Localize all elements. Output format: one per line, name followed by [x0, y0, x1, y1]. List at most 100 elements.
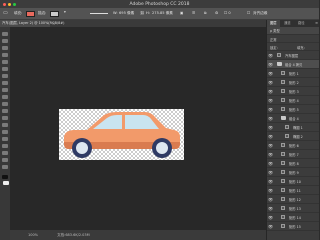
layer-row[interactable]: 👁 椭圆 2	[267, 132, 319, 141]
status-bar: 100% 文档:683.6K/2.03M	[10, 230, 266, 240]
layer-row[interactable]: 👁 矩形 6	[267, 141, 319, 150]
layer-thumbnail	[285, 124, 289, 129]
stroke-style-line[interactable]	[90, 13, 108, 14]
layer-row[interactable]: 👁 矩形 10	[267, 177, 319, 186]
pen-tool-icon[interactable]	[2, 130, 8, 134]
eye-icon[interactable]: 👁	[268, 152, 273, 157]
layer-row[interactable]: 👁 矩形 8	[267, 159, 319, 168]
marquee-tool-icon[interactable]	[2, 39, 8, 43]
history-brush-tool-icon[interactable]	[2, 95, 8, 99]
eye-icon[interactable]: 👁	[268, 197, 273, 202]
eye-icon[interactable]: 👁	[268, 215, 273, 220]
layer-thumbnail	[285, 133, 289, 138]
layer-row[interactable]: 👁 矩形 14	[267, 213, 319, 222]
link-icon[interactable]: ⛓	[140, 11, 145, 15]
stroke-swatch[interactable]	[50, 10, 59, 17]
eye-icon[interactable]: 👁	[268, 98, 273, 103]
layer-name: 组合 4	[289, 116, 299, 121]
layer-row[interactable]: 👁 矩形 15	[267, 222, 319, 231]
blur-tool-icon[interactable]	[2, 116, 8, 120]
eye-icon[interactable]: 👁	[268, 80, 273, 85]
document-canvas[interactable]	[59, 109, 184, 160]
zoom-tool-icon[interactable]	[2, 165, 8, 169]
h-field[interactable]: 275.85 像素	[152, 11, 173, 16]
eye-icon[interactable]: 👁	[268, 62, 273, 67]
layer-row[interactable]: 👁 矩形 5	[267, 105, 319, 114]
layer-name: 矩形 9	[289, 170, 299, 175]
tool-preset-icon[interactable]: ▭	[3, 10, 8, 16]
panel-menu-icon[interactable]: ≡	[315, 20, 318, 27]
layer-thumbnail	[281, 160, 285, 165]
blend-mode-select[interactable]: 正常	[270, 37, 277, 42]
path-arrangement-icon[interactable]: ⧉	[204, 11, 207, 15]
gear-icon[interactable]: ⚙	[215, 11, 218, 15]
crop-tool-icon[interactable]	[2, 60, 8, 64]
layer-row[interactable]: 👁 矩形 1	[267, 69, 319, 78]
tab-channels[interactable]: 通道	[281, 20, 294, 27]
eye-icon[interactable]: 👁	[268, 206, 273, 211]
layer-row[interactable]: 👁 椭圆 1	[267, 123, 319, 132]
layer-name: 矩形 15	[289, 224, 301, 229]
dodge-tool-icon[interactable]	[2, 123, 8, 127]
tab-paths[interactable]: 路径	[295, 20, 308, 27]
healing-tool-icon[interactable]	[2, 74, 8, 78]
close-tab-icon[interactable]: ×	[52, 20, 55, 27]
fill-label: 填充:	[14, 11, 23, 15]
layer-row[interactable]: 👁 矩形 4	[267, 96, 319, 105]
layer-row[interactable]: 👁 矩形 11	[267, 186, 319, 195]
lasso-tool-icon[interactable]	[2, 46, 8, 50]
layer-row[interactable]: 👁 汽车图层	[267, 51, 319, 60]
layer-row[interactable]: 👁 矩形 13	[267, 204, 319, 213]
tools-panel	[0, 27, 10, 240]
stroke-width-field[interactable]: ▾	[64, 10, 66, 14]
brush-tool-icon[interactable]	[2, 81, 8, 85]
eye-icon[interactable]: 👁	[268, 224, 273, 229]
path-alignment-icon[interactable]: ☰	[192, 11, 195, 15]
eye-icon[interactable]: 👁	[268, 116, 273, 121]
eye-icon[interactable]: 👁	[268, 170, 273, 175]
radius-field[interactable]: ☐ 0	[224, 11, 231, 15]
path-select-tool-icon[interactable]	[2, 144, 8, 148]
lock-row: 锁定: 填充:	[267, 43, 319, 51]
eye-icon[interactable]: 👁	[268, 89, 273, 94]
eye-icon[interactable]: 👁	[268, 125, 273, 130]
eye-icon[interactable]: 👁	[268, 107, 273, 112]
layer-row[interactable]: 👁 矩形 3	[267, 87, 319, 96]
layer-row[interactable]: 👁 矩形 12	[267, 195, 319, 204]
eraser-tool-icon[interactable]	[2, 102, 8, 106]
document-tab[interactable]: 汽车(图层, Layer 2) @ 100%(RGB/8#)	[0, 20, 64, 27]
gradient-tool-icon[interactable]	[2, 109, 8, 113]
align-edges-checkbox[interactable]: ☐	[247, 11, 250, 15]
layer-row[interactable]: 👁 矩形 9	[267, 168, 319, 177]
eye-icon[interactable]: 👁	[268, 143, 273, 148]
car-door-pillar	[122, 115, 125, 129]
car-illustration	[64, 112, 180, 158]
layer-group-row[interactable]: 👁 组合 4	[267, 114, 319, 123]
foreground-color-swatch[interactable]	[2, 175, 8, 179]
align-edges-label: 对齐边缘	[253, 11, 268, 15]
w-field[interactable]: 695 像素	[119, 11, 134, 16]
quick-select-tool-icon[interactable]	[2, 53, 8, 57]
stamp-tool-icon[interactable]	[2, 88, 8, 92]
layer-group-row[interactable]: 👁 组合 4 拷贝	[267, 60, 319, 69]
layer-row[interactable]: 👁 矩形 7	[267, 150, 319, 159]
shape-tool-icon[interactable]	[2, 151, 8, 155]
layer-list: 👁 汽车图层 👁 组合 4 拷贝 👁 矩形 1 👁 矩形 2 👁 矩形 3 👁 矩形 4 👁 矩形 5 👁 组…	[267, 51, 319, 231]
eye-icon[interactable]: 👁	[268, 71, 273, 76]
layer-filter-select[interactable]: ρ 类型	[270, 28, 280, 33]
layer-row[interactable]: 👁 矩形 2	[267, 78, 319, 87]
eye-icon[interactable]: 👁	[268, 53, 273, 58]
zoom-level[interactable]: 100%	[28, 233, 38, 237]
hand-tool-icon[interactable]	[2, 158, 8, 162]
path-operations-icon[interactable]: ▣	[180, 11, 183, 15]
eye-icon[interactable]: 👁	[268, 161, 273, 166]
fill-swatch[interactable]	[26, 10, 35, 17]
eye-icon[interactable]: 👁	[268, 134, 273, 139]
tab-layers[interactable]: 图层	[267, 20, 280, 27]
eye-icon[interactable]: 👁	[268, 179, 273, 184]
move-tool-icon[interactable]	[2, 32, 8, 36]
eye-icon[interactable]: 👁	[268, 188, 273, 193]
type-tool-icon[interactable]	[2, 137, 8, 141]
eyedropper-tool-icon[interactable]	[2, 67, 8, 71]
background-color-swatch[interactable]	[3, 181, 9, 185]
